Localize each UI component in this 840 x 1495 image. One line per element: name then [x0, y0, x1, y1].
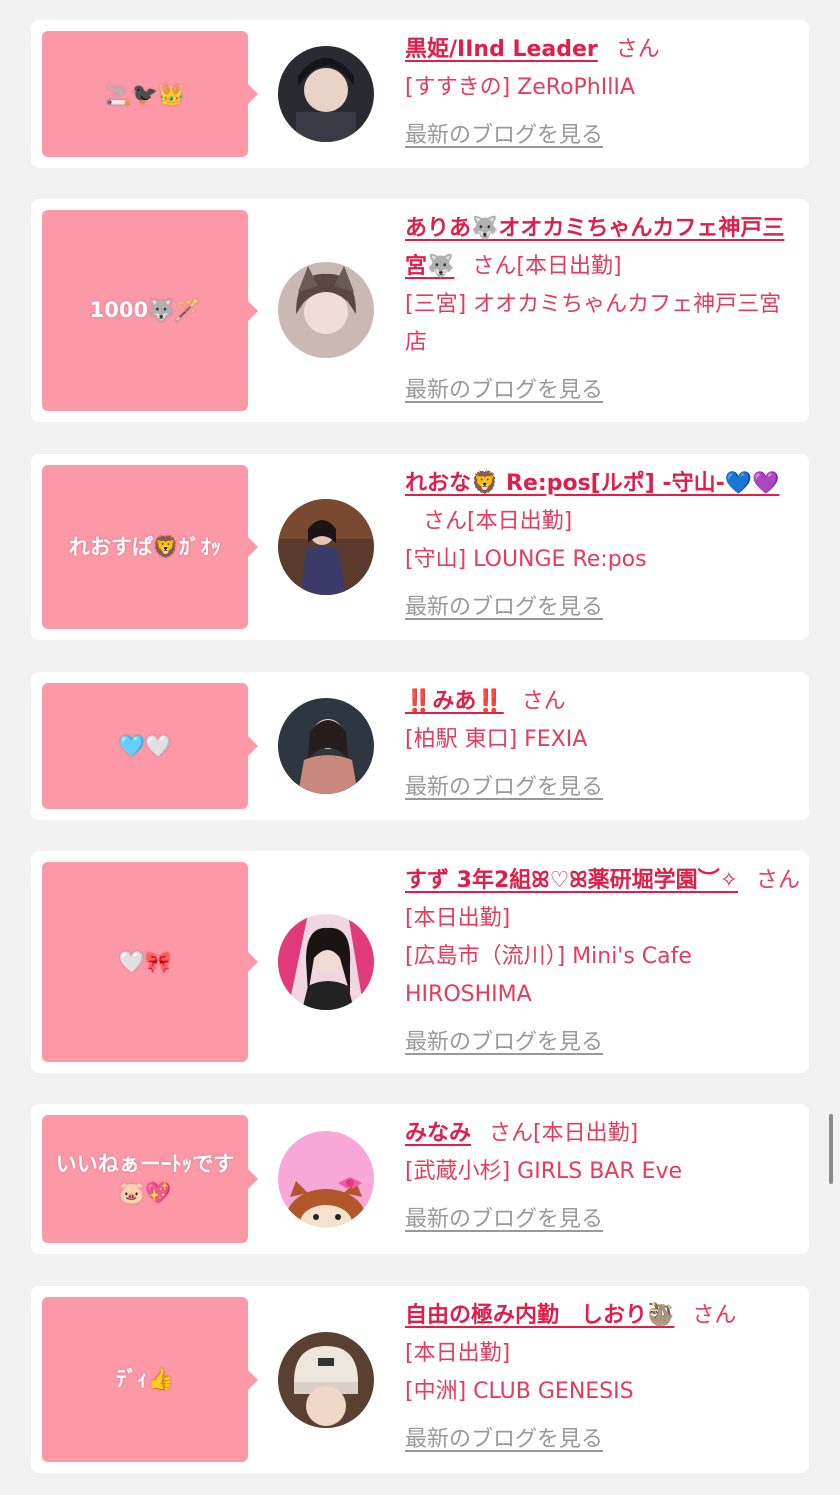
list-item[interactable]: 🩵🤍 ‼️みあ‼️ さん [柏駅 東口] FEXIA 最新のブログを見る: [31, 672, 809, 820]
avatar-photo-icon: [278, 698, 374, 794]
card-info: れおな🦁 Re:pos[ルポ] -守山-💙💜 さん[本日出勤] [守山] LOUN…: [405, 465, 801, 627]
status-badge: [本日出勤]: [467, 509, 573, 534]
latest-blog-link[interactable]: 最新のブログを見る: [405, 769, 603, 807]
latest-blog-link[interactable]: 最新のブログを見る: [405, 1201, 603, 1239]
avatar-photo-icon: [278, 46, 374, 142]
avatar-photo-icon: [278, 499, 374, 595]
shop-name: [守山] LOUNGE Re:pos: [405, 547, 647, 572]
avatar[interactable]: [278, 1332, 374, 1428]
avatar-photo-icon: [278, 262, 374, 358]
honorific: さん: [692, 1303, 737, 1328]
avatar-kitty-icon: [278, 1131, 374, 1227]
honorific: さん: [521, 689, 566, 714]
scrollbar[interactable]: [829, 1114, 833, 1184]
status-badge: [本日出勤]: [533, 1121, 639, 1146]
latest-blog-link[interactable]: 最新のブログを見る: [405, 589, 603, 627]
avatar-photo-icon: [278, 1332, 374, 1428]
comment-bubble: 🤍🎀: [42, 862, 258, 1062]
comment-bubble: れおすぱ🦁ｶﾞｵｯ: [42, 465, 258, 629]
cast-name-link[interactable]: ‼️みあ‼️: [405, 689, 504, 714]
avatar[interactable]: [278, 262, 374, 358]
comment-text: 1000🐺🪄: [89, 298, 201, 322]
cast-name-link[interactable]: すず 3年2組ꕤ♡ꕤ薬研堀学園︶✧: [405, 868, 738, 893]
comment-bubble: いいねぁーｰﾄｯです🐷💖: [42, 1115, 258, 1243]
status-badge: [本日出勤]: [516, 254, 622, 279]
status-badge: [本日出勤]: [405, 906, 511, 931]
avatar[interactable]: [278, 1131, 374, 1227]
comment-text: 🩵🤍: [118, 733, 172, 758]
latest-blog-link[interactable]: 最新のブログを見る: [405, 1421, 603, 1459]
latest-blog-link[interactable]: 最新のブログを見る: [405, 117, 603, 155]
latest-blog-link[interactable]: 最新のブログを見る: [405, 372, 603, 410]
honorific: さん: [615, 37, 660, 62]
list-item[interactable]: 1000🐺🪄 ありあ🐺オオカミちゃんカフェ神戸三宮🐺 さん[本日出勤] [三宮] …: [31, 199, 809, 422]
comment-bubble: ﾃﾞｨ👍: [42, 1297, 258, 1462]
comment-bubble: 1000🐺🪄: [42, 210, 258, 411]
avatar-photo-icon: [278, 914, 374, 1010]
comment-bubble: 🚬🐦‍⬛👑: [42, 31, 258, 157]
shop-name: [すすきの] ZeRoPhIlIA: [405, 75, 635, 100]
honorific: さん: [756, 868, 801, 893]
latest-blog-link[interactable]: 最新のブログを見る: [405, 1024, 603, 1062]
status-badge: [本日出勤]: [405, 1341, 511, 1366]
cast-name-link[interactable]: れおな🦁 Re:pos[ルポ] -守山-💙💜: [405, 471, 779, 496]
shop-name: [中洲] CLUB GENESIS: [405, 1379, 634, 1404]
honorific: さん: [472, 254, 517, 279]
card-info: ‼️みあ‼️ さん [柏駅 東口] FEXIA 最新のブログを見る: [405, 683, 801, 807]
card-info: 黒姫/IInd Leader さん [すすきの] ZeRoPhIlIA 最新のブロ…: [405, 31, 801, 155]
comment-text: いいねぁーｰﾄｯです🐷💖: [55, 1152, 235, 1205]
ranking-list: 🚬🐦‍⬛👑 黒姫/IInd Leader さん [すすきの] ZeRoPhIlIA…: [0, 0, 840, 1495]
shop-name: [広島市（流川）] Mini's Cafe HIROSHIMA: [405, 944, 692, 1007]
comment-text: 🤍🎀: [118, 949, 172, 974]
honorific: さん: [489, 1121, 534, 1146]
honorific: さん: [423, 509, 468, 534]
list-item[interactable]: 🚬🐦‍⬛👑 黒姫/IInd Leader さん [すすきの] ZeRoPhIlIA…: [31, 20, 809, 168]
shop-name: [柏駅 東口] FEXIA: [405, 727, 588, 752]
comment-bubble: 🩵🤍: [42, 683, 258, 809]
card-info: 自由の極み内勤 しおり🦥 さん [本日出勤] [中洲] CLUB GENESIS …: [405, 1297, 801, 1459]
shop-name: [三宮] オオカミちゃんカフェ神戸三宮店: [405, 292, 782, 355]
shop-name: [武蔵小杉] GIRLS BAR Eve: [405, 1159, 683, 1184]
list-item[interactable]: れおすぱ🦁ｶﾞｵｯ れおな🦁 Re:pos[ルポ] -守山-💙💜 さん[本日出勤]…: [31, 454, 809, 640]
card-info: みなみ さん[本日出勤] [武蔵小杉] GIRLS BAR Eve 最新のブログを…: [405, 1115, 801, 1239]
list-item[interactable]: 🤍🎀 すず 3年2組ꕤ♡ꕤ薬研堀学園︶✧ さん [本日出勤] [広島市（流川）] M…: [31, 851, 809, 1073]
avatar[interactable]: [278, 698, 374, 794]
avatar[interactable]: [278, 499, 374, 595]
list-item[interactable]: いいねぁーｰﾄｯです🐷💖 みなみ さん[本日出勤] [武蔵小杉] GIRLS BA…: [31, 1104, 809, 1254]
comment-text: 🚬🐦‍⬛👑: [105, 81, 185, 106]
cast-name-link[interactable]: 自由の極み内勤 しおり🦥: [405, 1303, 674, 1328]
avatar[interactable]: [278, 914, 374, 1010]
cast-name-link[interactable]: みなみ: [405, 1121, 471, 1146]
comment-text: れおすぱ🦁ｶﾞｵｯ: [68, 534, 222, 559]
avatar[interactable]: [278, 46, 374, 142]
list-item[interactable]: ﾃﾞｨ👍 自由の極み内勤 しおり🦥 さん [本日出勤] [中洲] CLUB GEN…: [31, 1286, 809, 1473]
cast-name-link[interactable]: 黒姫/IInd Leader: [405, 37, 598, 62]
card-info: ありあ🐺オオカミちゃんカフェ神戸三宮🐺 さん[本日出勤] [三宮] オオカミちゃん…: [405, 210, 801, 410]
card-info: すず 3年2組ꕤ♡ꕤ薬研堀学園︶✧ さん [本日出勤] [広島市（流川）] Mini…: [405, 862, 801, 1062]
comment-text: ﾃﾞｨ👍: [116, 1367, 174, 1391]
